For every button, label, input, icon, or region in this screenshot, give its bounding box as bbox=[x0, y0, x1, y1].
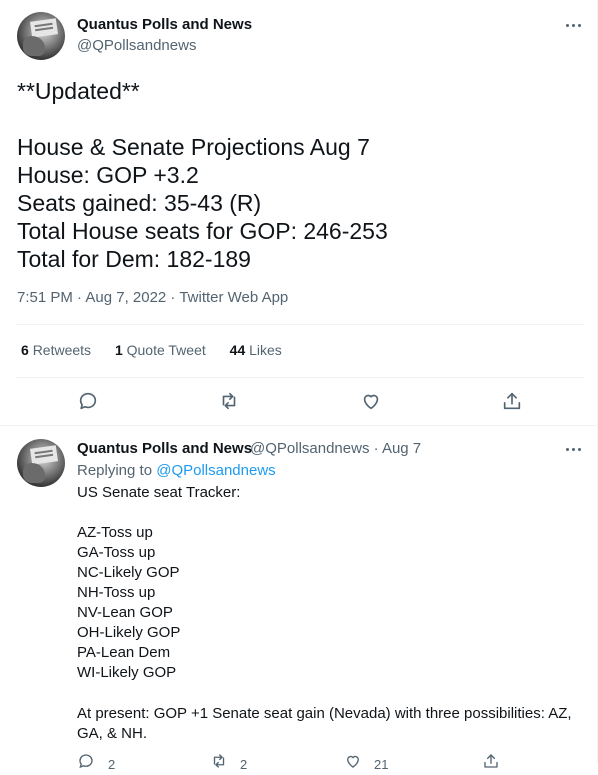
replying-to-link[interactable]: @QPollsandnews bbox=[156, 462, 275, 479]
tweet-text-line: Seats gained: 35-43 (R) bbox=[17, 190, 262, 216]
reply-icon[interactable] bbox=[77, 390, 99, 412]
tweet-text-line: House: GOP +3.2 bbox=[17, 162, 199, 188]
more-options-icon[interactable] bbox=[563, 15, 583, 35]
quotes-label: Quote Tweet bbox=[126, 342, 206, 358]
replying-to: Replying to @QPollsandnews bbox=[77, 462, 276, 479]
divider bbox=[16, 377, 584, 378]
senate-item: GA-Toss up bbox=[77, 544, 156, 561]
reply-author-name[interactable]: Quantus Polls and News bbox=[77, 440, 252, 457]
tweet-timestamp[interactable]: 7:51 PM · Aug 7, 2022 · Twitter Web App bbox=[17, 289, 288, 306]
reply-author-avatar[interactable] bbox=[17, 439, 65, 487]
reply-retweet-icon[interactable] bbox=[210, 752, 228, 770]
divider bbox=[16, 324, 584, 325]
likes-count: 44 bbox=[229, 342, 246, 358]
senate-item: OH-Likely GOP bbox=[77, 624, 181, 641]
retweets-label: Retweets bbox=[32, 342, 92, 358]
replying-to-prefix: Replying to bbox=[77, 462, 157, 479]
author-avatar[interactable] bbox=[17, 12, 65, 60]
retweet-icon[interactable] bbox=[218, 390, 240, 412]
senate-item: NC-Likely GOP bbox=[77, 564, 180, 581]
reply-like-icon[interactable] bbox=[344, 752, 362, 770]
tweet-text-line: **Updated** bbox=[17, 78, 140, 104]
reply-retweet-count: 2 bbox=[240, 757, 248, 772]
likes-stat[interactable]: 44 Likes bbox=[230, 342, 282, 358]
tweet-text-line: Total for Dem: 182-189 bbox=[17, 246, 251, 272]
likes-label: Likes bbox=[249, 342, 282, 358]
tweet-text-line: Total House seats for GOP: 246-253 bbox=[17, 218, 388, 244]
reply-reply-icon[interactable] bbox=[77, 752, 95, 770]
tweet-text-line: House & Senate Projections Aug 7 bbox=[17, 134, 370, 160]
reply-author-handle-date[interactable]: @QPollsandnews · Aug 7 bbox=[250, 440, 421, 457]
retweets-stat[interactable]: 6 Retweets bbox=[21, 342, 91, 358]
senate-item: WI-Likely GOP bbox=[77, 664, 177, 681]
reply-share-icon[interactable] bbox=[482, 752, 500, 770]
author-name[interactable]: Quantus Polls and News bbox=[77, 16, 252, 33]
retweets-count: 6 bbox=[21, 342, 29, 358]
share-icon[interactable] bbox=[501, 390, 523, 412]
senate-item: PA-Lean Dem bbox=[77, 644, 171, 661]
reply-heading: US Senate seat Tracker: bbox=[77, 484, 241, 501]
senate-item: NV-Lean GOP bbox=[77, 604, 173, 621]
tweet-stats: 6 Retweets 1 Quote Tweet 44 Likes bbox=[21, 342, 302, 358]
reply-more-options-icon[interactable] bbox=[563, 439, 583, 459]
reply-reply-count: 2 bbox=[108, 757, 116, 772]
reply-summary: At present: GOP +1 Senate seat gain (Nev… bbox=[77, 705, 572, 742]
tweet-thread: Quantus Polls and News @QPollsandnews **… bbox=[0, 0, 598, 772]
like-icon[interactable] bbox=[360, 390, 382, 412]
quotes-stat[interactable]: 1 Quote Tweet bbox=[115, 342, 206, 358]
reply-like-count: 21 bbox=[374, 757, 389, 772]
senate-item: NH-Toss up bbox=[77, 584, 156, 601]
senate-item: AZ-Toss up bbox=[77, 524, 153, 541]
tweet-separator bbox=[0, 425, 597, 426]
quotes-count: 1 bbox=[114, 342, 123, 358]
author-handle[interactable]: @QPollsandnews bbox=[77, 37, 196, 54]
